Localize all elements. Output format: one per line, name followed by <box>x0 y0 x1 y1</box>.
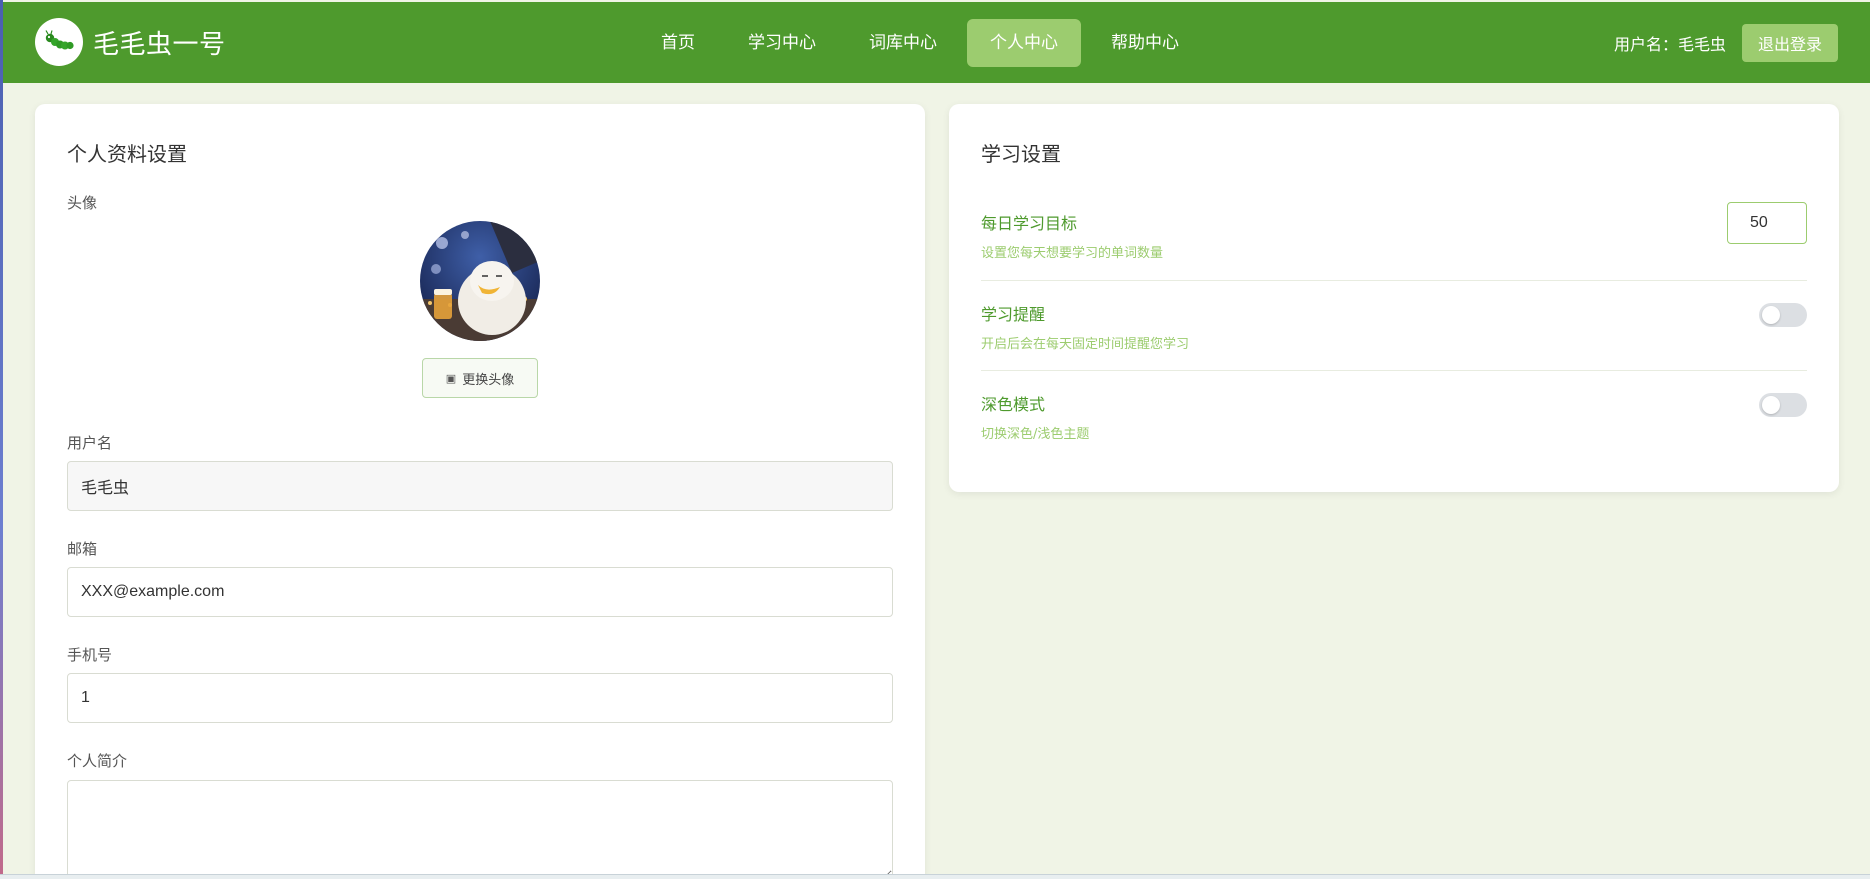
window-edge <box>0 0 3 879</box>
logout-button[interactable]: 退出登录 <box>1741 24 1838 62</box>
nav-study-center[interactable]: 学习中心 <box>725 19 839 67</box>
brand[interactable]: 毛毛虫一号 <box>35 18 226 66</box>
top-navbar: 毛毛虫一号 首页 学习中心 词库中心 个人中心 帮助中心 用户名：毛毛虫 退出登… <box>3 2 1870 83</box>
phone-label: 手机号 <box>67 646 113 664</box>
dark-mode-desc: 切换深色/浅色主题 <box>981 427 1090 442</box>
bio-textarea[interactable] <box>67 780 893 879</box>
user-area: 用户名：毛毛虫 退出登录 <box>1614 24 1838 62</box>
change-avatar-label: 更换头像 <box>462 372 515 388</box>
email-field[interactable] <box>67 567 893 617</box>
camera-icon: ▣ <box>445 371 457 385</box>
email-label: 邮箱 <box>67 540 98 558</box>
nav-vocab-center[interactable]: 词库中心 <box>846 19 960 67</box>
daily-goal-input[interactable] <box>1727 202 1807 244</box>
dark-mode-title: 深色模式 <box>981 395 1046 414</box>
bio-label: 个人简介 <box>67 752 128 770</box>
reminder-toggle[interactable] <box>1759 303 1807 327</box>
daily-goal-desc: 设置您每天想要学习的单词数量 <box>981 246 1164 261</box>
daily-goal-title: 每日学习目标 <box>981 214 1078 233</box>
daily-goal-setting: 每日学习目标 设置您每天想要学习的单词数量 <box>981 202 1807 261</box>
username-field[interactable] <box>67 461 893 511</box>
caterpillar-icon <box>35 18 83 66</box>
toggle-knob <box>1762 396 1780 414</box>
username-label: 用户名 <box>67 434 113 452</box>
nav-help-center[interactable]: 帮助中心 <box>1088 19 1202 67</box>
change-avatar-button[interactable]: ▣ 更换头像 <box>422 358 538 398</box>
avatar-label: 头像 <box>67 194 98 212</box>
divider <box>981 280 1807 281</box>
reminder-title: 学习提醒 <box>981 305 1046 324</box>
study-settings-card: 学习设置 每日学习目标 设置您每天想要学习的单词数量 学习提醒 开启后会在每天固… <box>949 104 1839 492</box>
reminder-desc: 开启后会在每天固定时间提醒您学习 <box>981 337 1190 352</box>
reminder-setting: 学习提醒 开启后会在每天固定时间提醒您学习 <box>981 301 1807 352</box>
window-bottom-edge <box>0 874 1870 879</box>
username-display: 用户名：毛毛虫 <box>1613 35 1726 54</box>
divider <box>981 370 1807 371</box>
study-settings-title: 学习设置 <box>981 142 1061 166</box>
profile-settings-card: 个人资料设置 头像 ▣ 更换头像 用户名 毛毛虫 邮箱 XXX@example.… <box>35 104 925 879</box>
nav-home[interactable]: 首页 <box>638 19 718 67</box>
dark-mode-setting: 深色模式 切换深色/浅色主题 <box>981 391 1807 442</box>
profile-settings-title: 个人资料设置 <box>67 142 187 166</box>
dark-mode-toggle[interactable] <box>1759 393 1807 417</box>
phone-field[interactable] <box>67 673 893 723</box>
brand-name: 毛毛虫一号 <box>93 29 226 60</box>
nav-personal-center[interactable]: 个人中心 <box>967 19 1081 67</box>
main-nav: 首页 学习中心 词库中心 个人中心 帮助中心 <box>638 19 1209 67</box>
toggle-knob <box>1762 306 1780 324</box>
avatar[interactable] <box>420 221 540 341</box>
